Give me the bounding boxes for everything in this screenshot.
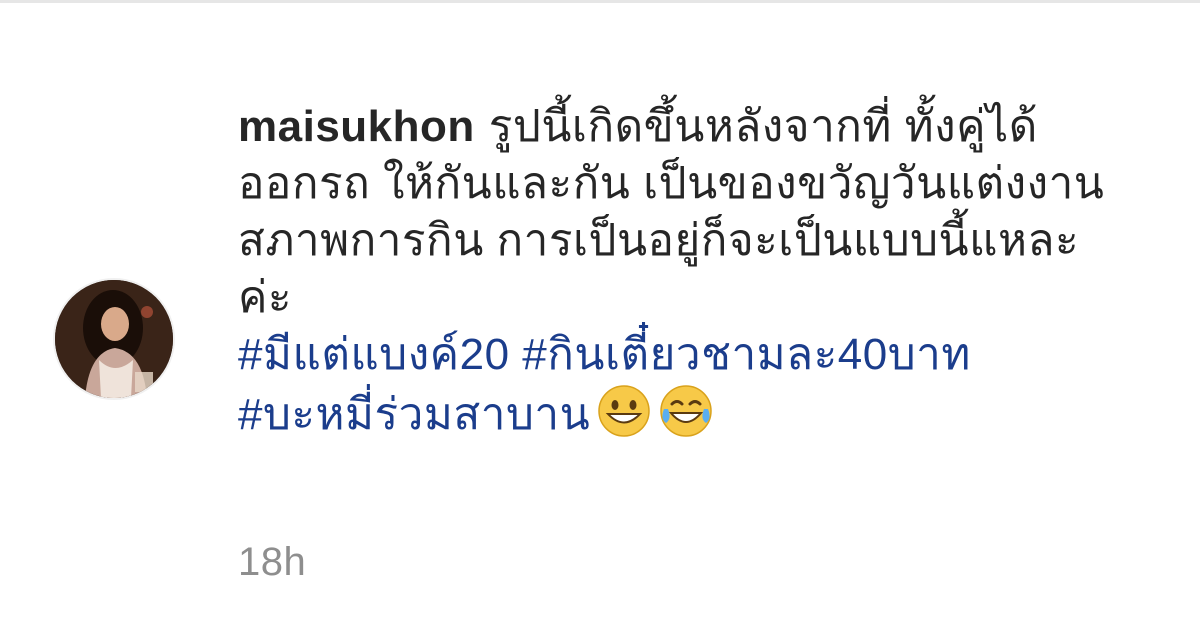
tears-of-joy-emoji-icon <box>658 383 714 439</box>
avatar[interactable] <box>55 280 173 398</box>
comment-body: maisukhon รูปนี้เกิดขึ้นหลังจากที่ ทั้งคู… <box>238 98 1168 443</box>
comment-text-1: รูปนี้เกิดขึ้นหลังจากที่ ทั้งคู่ได้ <box>488 102 1038 151</box>
hashtag-link[interactable]: #กินเตี๋ยวชามละ40บาท <box>522 330 971 379</box>
comment-timestamp: 18h <box>238 540 307 584</box>
hashtag-line-1: #มีแต่แบงค์20 #กินเตี๋ยวชามละ40บาท <box>238 326 1168 383</box>
comment-text-2: ออกรถ ให้กันและกัน เป็นของขวัญวันแต่งงาน <box>238 159 1105 208</box>
comment-username[interactable]: maisukhon <box>238 102 475 151</box>
comment-text-3: สภาพการกิน การเป็นอยู่ก็จะเป็นแบบนี้แหละ <box>238 216 1080 265</box>
comment-line-1: maisukhon รูปนี้เกิดขึ้นหลังจากที่ ทั้งคู… <box>238 98 1168 155</box>
avatar-image <box>55 280 173 398</box>
hashtag-line-2: #บะหมี่ร่วมสาบาน <box>238 383 1168 443</box>
comment-text-4: ค่ะ <box>238 273 293 322</box>
grinning-face-emoji-icon <box>596 383 652 439</box>
hashtag-link[interactable]: #มีแต่แบงค์20 <box>238 330 510 379</box>
comment: maisukhon รูปนี้เกิดขึ้นหลังจากที่ ทั้งคู… <box>0 0 1200 627</box>
hashtag-link[interactable]: #บะหมี่ร่วมสาบาน <box>238 390 590 439</box>
